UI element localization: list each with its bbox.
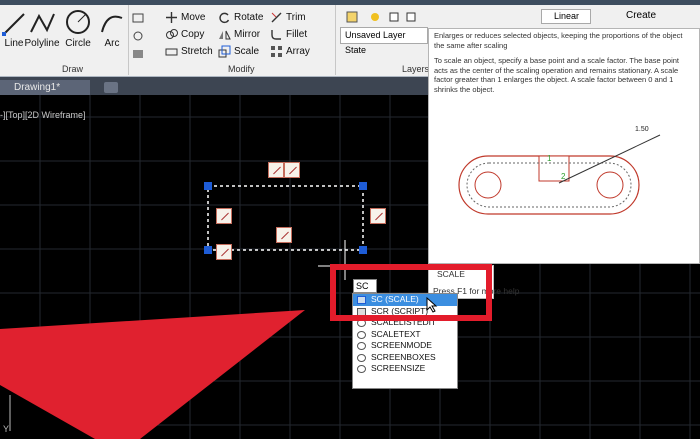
viewport-controls[interactable]: -][Top][2D Wireframe] [0,110,86,120]
scale-label: Scale [234,46,260,57]
modify-panel-label[interactable]: Modify [228,64,255,74]
trim-button[interactable]: Trim [270,10,306,25]
illus-label-2: 2 [561,172,566,181]
array-button[interactable]: Array [270,44,310,59]
arc-button[interactable]: Arc [92,8,132,52]
scale-icon [218,45,231,58]
scale-tooltip: Enlarges or reduces selected objects, ke… [428,28,700,264]
stretch-label: Stretch [181,46,213,57]
fillet-icon [271,30,281,40]
fillet-label: Fillet [286,29,308,40]
mirror-button[interactable]: Mirror [218,27,260,42]
illus-value: 1.50 [635,126,649,133]
suggestion-label: SCALETEXT [371,328,421,339]
layer-icons-row[interactable] [345,10,425,24]
drawing-tab[interactable]: Drawing1* [0,80,90,95]
scale-button[interactable]: Scale [218,44,259,59]
layer-tools-icon [346,11,416,23]
corner-grip[interactable] [204,246,212,254]
suggestion-screenmode[interactable]: SCREENMODE [353,340,457,352]
layer-state-dropdown[interactable]: Unsaved Layer State [340,27,428,55]
mouse-pointer-icon [426,297,438,313]
linear-dimension-dropdown[interactable]: Linear [541,9,591,24]
arc-label: Arc [104,38,120,49]
stretch-icon [165,48,178,56]
draw-extra-tools[interactable] [132,12,144,64]
arc-icon [101,15,123,33]
corner-grip[interactable] [359,182,367,190]
move-button[interactable]: Move [165,10,205,25]
copy-button[interactable]: Copy [165,27,204,42]
suggestion-label: SCREENMODE [371,340,432,350]
ribbon-separator [335,5,336,75]
corner-grip[interactable] [204,182,212,190]
rotate-label: Rotate [234,12,264,23]
rotate-icon [219,12,230,24]
mirror-label: Mirror [234,29,261,40]
midpoint-grip-menu[interactable] [276,227,292,243]
gear-icon [357,353,366,362]
stretch-button[interactable]: Stretch [165,44,213,59]
red-highlight-annotation [330,264,492,321]
corner-grip[interactable] [359,246,367,254]
scale-illustration: 1.50 1 2 [458,126,661,215]
suggestion-screenboxes[interactable]: SCREENBOXES [353,352,457,364]
ribbon-tab-strip [0,0,700,5]
circle-icon [66,10,90,34]
illus-label-1: 1 [547,154,552,163]
gear-icon [357,342,366,350]
suggestion-label: SCREENSIZE [371,363,426,373]
suggestion-screensize[interactable]: SCREENSIZE [353,363,457,375]
layers-panel-label[interactable]: Layers [402,64,429,74]
gear-icon [357,330,366,339]
draw-panel-label[interactable]: Draw [62,64,83,74]
tooltip-summary: Enlarges or reduces selected objects, ke… [434,31,683,50]
array-icon [271,46,282,57]
suggestion-label: SCREENBOXES [371,351,436,362]
move-icon [166,12,177,23]
draw-extra-icons [132,13,144,58]
tooltip-detail: To scale an object, specify a base point… [434,56,680,94]
rotate-button[interactable]: Rotate [218,10,263,25]
ucs-y-label: Y [3,424,10,434]
trim-icon [271,12,282,23]
polyline-icon [30,13,55,33]
new-tab-button[interactable] [104,82,118,93]
array-label: Array [286,46,310,57]
suggestion-scaletext[interactable]: SCALETEXT [353,329,457,341]
mirror-icon [219,30,231,40]
create-block-button[interactable]: Create [626,10,656,21]
midpoint-grip-menu[interactable] [216,244,232,260]
midpoint-grip-menu[interactable] [284,162,300,178]
midpoint-grip-menu[interactable] [216,208,232,224]
trim-label: Trim [286,12,306,23]
ribbon-separator [128,5,129,75]
move-label: Move [181,12,206,23]
midpoint-grip-menu[interactable] [268,162,284,178]
fillet-button[interactable]: Fillet [270,27,307,42]
copy-label: Copy [181,29,205,40]
midpoint-grip-menu[interactable] [370,208,386,224]
copy-icon [166,29,178,39]
gear-icon [357,365,366,373]
